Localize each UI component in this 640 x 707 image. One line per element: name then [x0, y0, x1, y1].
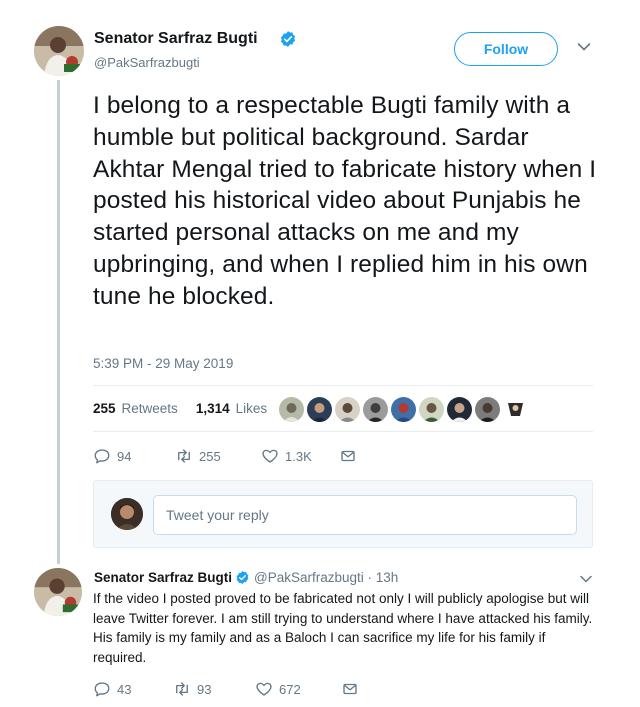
tweet-thread: Senator Sarfraz Bugti @PakSarfrazbugti F… — [0, 0, 640, 707]
author-name[interactable]: Senator Sarfraz Bugti — [94, 30, 258, 48]
retweets-label[interactable]: Retweets — [122, 401, 178, 416]
likes-count[interactable]: 1,314 — [196, 401, 230, 416]
direct-message-action[interactable] — [341, 680, 359, 698]
liker-avatar[interactable] — [419, 397, 444, 422]
verified-badge-icon — [280, 31, 296, 47]
reply-tweet-actions: 43 93 672 — [93, 680, 359, 698]
heart-icon — [262, 449, 278, 463]
liker-avatar[interactable] — [447, 397, 472, 422]
reply-composer — [93, 480, 593, 548]
retweet-icon — [178, 449, 190, 463]
retweet-action[interactable]: 93 — [173, 680, 255, 698]
liker-avatar[interactable] — [307, 397, 332, 422]
liker-avatar[interactable] — [335, 397, 360, 422]
envelope-icon — [343, 683, 357, 695]
reply-tweet-text: If the video I posted proved to be fabri… — [93, 591, 593, 665]
reply-action[interactable]: 43 — [93, 680, 173, 698]
reply-author-name[interactable]: Senator Sarfraz Bugti — [94, 570, 232, 585]
retweets-count[interactable]: 255 — [93, 401, 116, 416]
author-handle[interactable]: @PakSarfrazbugti — [94, 55, 200, 70]
reply-count: 94 — [117, 448, 132, 464]
follow-button[interactable]: Follow — [454, 32, 558, 66]
likers-avatars[interactable] — [279, 397, 528, 422]
tweet-timestamp[interactable]: 5:39 PM - 29 May 2019 — [93, 356, 233, 371]
chevron-down-icon[interactable] — [577, 42, 591, 52]
liker-avatar[interactable] — [391, 397, 416, 422]
tweet-text: I belong to a respectable Bugti family w… — [93, 92, 597, 310]
liker-avatar[interactable] — [475, 397, 500, 422]
heart-icon — [256, 682, 272, 696]
chevron-down-icon[interactable] — [580, 575, 592, 583]
like-count: 1.3K — [285, 448, 312, 464]
verified-badge-icon — [236, 570, 249, 585]
reply-input[interactable] — [153, 495, 577, 535]
likes-label[interactable]: Likes — [236, 401, 268, 416]
envelope-icon — [341, 450, 355, 462]
liker-avatar[interactable] — [363, 397, 388, 422]
like-action[interactable]: 1.3K — [261, 447, 339, 465]
current-user-avatar — [111, 498, 143, 530]
thread-connector-line — [57, 80, 60, 564]
liker-avatar[interactable] — [503, 397, 528, 422]
divider — [93, 385, 593, 386]
reply-icon — [94, 449, 110, 464]
direct-message-action[interactable] — [339, 447, 357, 465]
like-action[interactable]: 672 — [255, 680, 341, 698]
reply-count: 43 — [117, 681, 132, 697]
liker-avatar[interactable] — [279, 397, 304, 422]
reply-action[interactable]: 94 — [93, 447, 175, 465]
author-avatar[interactable] — [34, 26, 84, 76]
reply-handle-time[interactable]: @PakSarfrazbugti · 13h — [254, 570, 398, 585]
reply-author-avatar[interactable] — [34, 568, 82, 616]
engagement-stats: 255 Retweets 1,314 Likes — [93, 401, 267, 416]
retweet-count: 255 — [199, 448, 221, 464]
reply-icon — [94, 682, 110, 697]
retweet-count: 93 — [197, 681, 212, 697]
divider — [93, 431, 593, 432]
retweet-action[interactable]: 255 — [175, 447, 261, 465]
retweet-icon — [176, 682, 188, 696]
like-count: 672 — [279, 681, 301, 697]
tweet-actions: 94 255 1.3K — [93, 447, 357, 465]
